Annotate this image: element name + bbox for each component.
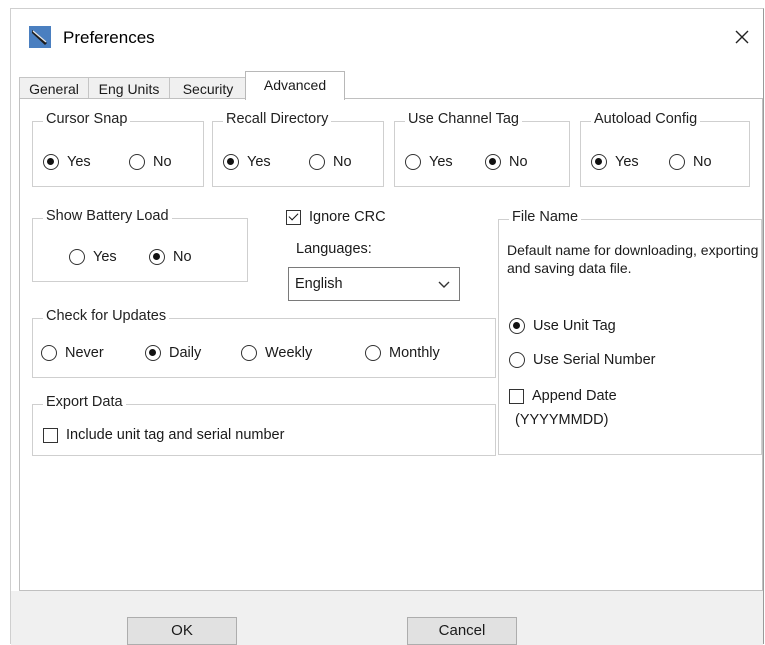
- close-icon[interactable]: [727, 23, 757, 51]
- checkbox-indicator: [509, 388, 524, 404]
- option-label: No: [333, 154, 352, 170]
- file-name-group: File Name Default name for downloading, …: [498, 209, 762, 455]
- check-for-updates-title: Check for Updates: [43, 308, 170, 324]
- window-title: Preferences: [63, 28, 155, 47]
- cursor-snap-no-radio[interactable]: No: [129, 154, 172, 170]
- show-battery-load-title: Show Battery Load: [43, 208, 172, 224]
- option-label: Yes: [429, 154, 453, 170]
- use-channel-tag-group: Use Channel Tag Yes No: [394, 111, 570, 187]
- export-data-group: Export Data Include unit tag and serial …: [32, 394, 496, 456]
- append-date-checkbox[interactable]: Append Date: [509, 388, 617, 404]
- option-label: Never: [65, 345, 104, 361]
- tab-general[interactable]: General: [19, 77, 89, 99]
- cancel-button[interactable]: Cancel: [407, 617, 517, 645]
- cursor-snap-yes-radio[interactable]: Yes: [43, 154, 91, 170]
- option-label: No: [509, 154, 528, 170]
- radio-indicator: [69, 249, 85, 265]
- option-label: Use Unit Tag: [533, 318, 616, 334]
- append-date-format: (YYYYMMDD): [515, 412, 609, 428]
- option-label: Yes: [93, 249, 117, 265]
- file-name-title: File Name: [509, 209, 582, 225]
- languages-selected-value: English: [295, 276, 343, 292]
- checkbox-indicator: [43, 427, 58, 443]
- use-serial-number-radio[interactable]: Use Serial Number: [509, 352, 656, 368]
- chevron-down-icon: [438, 281, 450, 288]
- ok-button[interactable]: OK: [127, 617, 237, 645]
- show-battery-load-no-radio[interactable]: No: [149, 249, 192, 265]
- radio-indicator: [509, 318, 525, 334]
- languages-select[interactable]: English: [288, 267, 460, 301]
- radio-indicator: [485, 154, 501, 170]
- option-label: Daily: [169, 345, 202, 361]
- probe-tool-icon: [29, 26, 51, 48]
- option-label: No: [173, 249, 192, 265]
- radio-indicator: [509, 352, 525, 368]
- use-channel-tag-title: Use Channel Tag: [405, 111, 522, 127]
- option-label: No: [693, 154, 712, 170]
- autoload-config-yes-radio[interactable]: Yes: [591, 154, 639, 170]
- use-channel-tag-no-radio[interactable]: No: [485, 154, 528, 170]
- updates-monthly-radio[interactable]: Monthly: [365, 345, 440, 361]
- autoload-config-group: Autoload Config Yes No: [580, 111, 750, 187]
- radio-indicator: [309, 154, 325, 170]
- use-unit-tag-radio[interactable]: Use Unit Tag: [509, 318, 616, 334]
- recall-directory-yes-radio[interactable]: Yes: [223, 154, 271, 170]
- preferences-dialog: Preferences General Eng Units Security A…: [10, 8, 764, 645]
- include-unit-tag-checkbox[interactable]: Include unit tag and serial number: [43, 427, 284, 443]
- radio-indicator: [405, 154, 421, 170]
- recall-directory-group: Recall Directory Yes No: [212, 111, 384, 187]
- ignore-crc-checkbox[interactable]: Ignore CRC: [286, 209, 386, 225]
- check-for-updates-group: Check for Updates Never Daily Weekly Mon…: [32, 308, 496, 378]
- export-data-title: Export Data: [43, 394, 126, 410]
- radio-indicator: [41, 345, 57, 361]
- languages-label: Languages:: [296, 241, 372, 257]
- include-unit-tag-label: Include unit tag and serial number: [66, 427, 285, 443]
- show-battery-load-group: Show Battery Load Yes No: [32, 208, 248, 282]
- append-date-label: Append Date: [532, 388, 617, 404]
- radio-indicator: [149, 249, 165, 265]
- option-label: Use Serial Number: [533, 352, 656, 368]
- radio-indicator: [241, 345, 257, 361]
- radio-indicator: [145, 345, 161, 361]
- title-bar: Preferences: [11, 9, 763, 65]
- updates-daily-radio[interactable]: Daily: [145, 345, 201, 361]
- dialog-footer: OK Cancel: [11, 591, 763, 645]
- radio-indicator: [223, 154, 239, 170]
- radio-indicator: [365, 345, 381, 361]
- option-label: Weekly: [265, 345, 313, 361]
- option-label: Yes: [67, 154, 91, 170]
- autoload-config-no-radio[interactable]: No: [669, 154, 712, 170]
- advanced-panel: Cursor Snap Yes No Recall Directory Yes …: [19, 98, 763, 591]
- radio-indicator: [129, 154, 145, 170]
- radio-indicator: [669, 154, 685, 170]
- recall-directory-title: Recall Directory: [223, 111, 332, 127]
- autoload-config-title: Autoload Config: [591, 111, 701, 127]
- tab-security[interactable]: Security: [169, 77, 247, 99]
- option-label: Yes: [615, 154, 639, 170]
- option-label: Monthly: [389, 345, 440, 361]
- recall-directory-no-radio[interactable]: No: [309, 154, 352, 170]
- option-label: Yes: [247, 154, 271, 170]
- ignore-crc-label: Ignore CRC: [309, 209, 386, 225]
- option-label: No: [153, 154, 172, 170]
- checkbox-indicator: [286, 209, 301, 225]
- radio-indicator: [591, 154, 607, 170]
- tab-advanced[interactable]: Advanced: [245, 71, 345, 100]
- tab-eng-units[interactable]: Eng Units: [88, 77, 170, 99]
- updates-weekly-radio[interactable]: Weekly: [241, 345, 312, 361]
- use-channel-tag-yes-radio[interactable]: Yes: [405, 154, 453, 170]
- cursor-snap-group: Cursor Snap Yes No: [32, 111, 204, 187]
- file-name-description: Default name for downloading, exporting …: [507, 242, 759, 276]
- updates-never-radio[interactable]: Never: [41, 345, 104, 361]
- radio-indicator: [43, 154, 59, 170]
- cursor-snap-title: Cursor Snap: [43, 111, 131, 127]
- show-battery-load-yes-radio[interactable]: Yes: [69, 249, 117, 265]
